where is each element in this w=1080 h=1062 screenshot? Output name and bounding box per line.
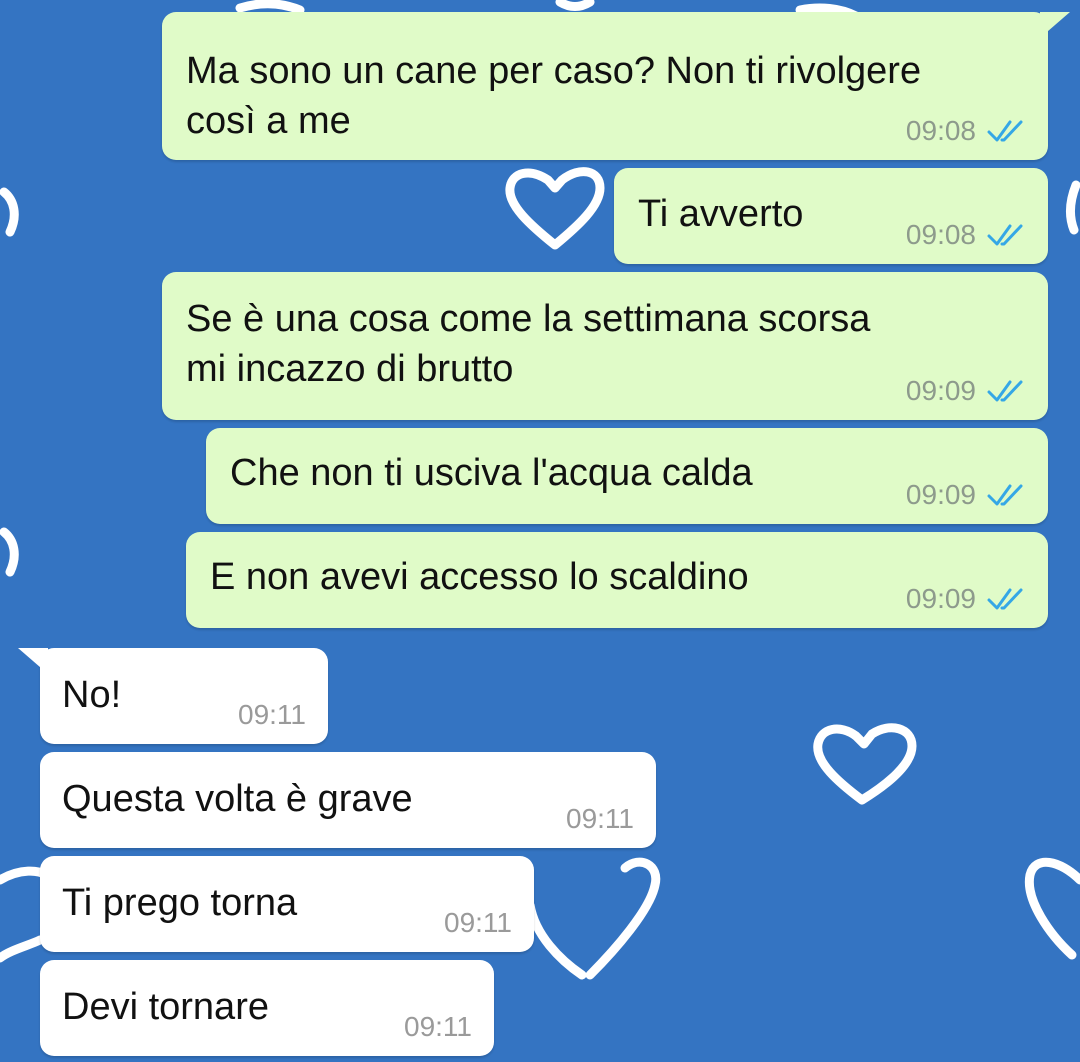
incoming-message[interactable]: No! 09:11 — [18, 648, 328, 744]
heart-outline-icon — [0, 935, 45, 963]
message-meta: 09:09 — [906, 480, 1026, 510]
heart-outline-icon — [235, 0, 305, 15]
bubble-tail — [1040, 12, 1070, 38]
message-meta: 09:11 — [444, 908, 512, 938]
message-meta: 09:11 — [238, 700, 306, 730]
outgoing-message[interactable]: Che non ti usciva l'acqua calda 09:09 — [206, 428, 1048, 524]
message-time: 09:09 — [905, 583, 976, 614]
message-meta: 09:08 — [906, 116, 1026, 146]
heart-outline-icon — [555, 0, 595, 11]
message-meta: 09:09 — [906, 376, 1026, 406]
heart-outline-icon — [0, 866, 50, 885]
message-time: 09:11 — [566, 803, 634, 834]
message-meta: 09:11 — [566, 804, 634, 834]
message-text-line: Questa volta è grave — [62, 778, 413, 820]
message-time: 09:08 — [905, 219, 976, 250]
heart-outline-icon — [1024, 857, 1080, 960]
incoming-message[interactable]: Questa volta è grave 09:11 — [40, 752, 656, 848]
message-text-line: E non avevi accesso lo scaldino — [210, 556, 749, 598]
double-check-read-icon — [987, 120, 1023, 142]
message-text-line: mi incazzo di brutto — [186, 348, 514, 390]
incoming-message[interactable]: Ti prego torna 09:11 — [40, 856, 534, 952]
heart-outline-icon — [505, 167, 605, 250]
message-text-line: Ti avverto — [638, 193, 804, 235]
double-check-read-icon — [987, 224, 1023, 246]
message-meta: 09:08 — [906, 220, 1026, 250]
double-check-read-icon — [987, 380, 1023, 402]
heart-outline-icon — [525, 857, 661, 980]
double-check-read-icon — [987, 484, 1023, 506]
double-check-read-icon — [987, 588, 1023, 610]
heart-outline-icon — [1065, 180, 1080, 235]
message-text-line: No! — [62, 674, 122, 716]
message-time: 09:09 — [905, 479, 976, 510]
message-meta: 09:11 — [404, 1012, 472, 1042]
incoming-message[interactable]: Devi tornare 09:11 — [40, 960, 494, 1056]
message-meta: 09:09 — [906, 584, 1026, 614]
message-text-line: Se è una cosa come la settimana scorsa — [186, 298, 871, 340]
heart-outline-icon — [813, 723, 917, 805]
message-text-line: Devi tornare — [62, 986, 269, 1028]
message-text-line: così a me — [186, 100, 351, 142]
outgoing-message[interactable]: Ma sono un cane per caso? Non ti rivolge… — [162, 12, 1070, 160]
message-text-line: Che non ti usciva l'acqua calda — [230, 452, 753, 494]
message-text-line: Ti prego torna — [62, 882, 298, 924]
message-time: 09:11 — [444, 907, 512, 938]
message-time: 09:08 — [905, 115, 976, 146]
heart-outline-icon — [0, 527, 19, 577]
message-time: 09:09 — [905, 375, 976, 406]
heart-outline-icon — [0, 187, 19, 237]
message-time: 09:11 — [404, 1011, 472, 1042]
message-text-line: Ma sono un cane per caso? Non ti rivolge… — [186, 50, 922, 92]
outgoing-message[interactable]: E non avevi accesso lo scaldino 09:09 — [186, 532, 1048, 628]
outgoing-message[interactable]: Se è una cosa come la settimana scorsa m… — [162, 272, 1048, 420]
bubble-tail — [18, 648, 48, 674]
message-time: 09:11 — [238, 699, 306, 730]
outgoing-message[interactable]: Ti avverto 09:08 — [614, 168, 1048, 264]
